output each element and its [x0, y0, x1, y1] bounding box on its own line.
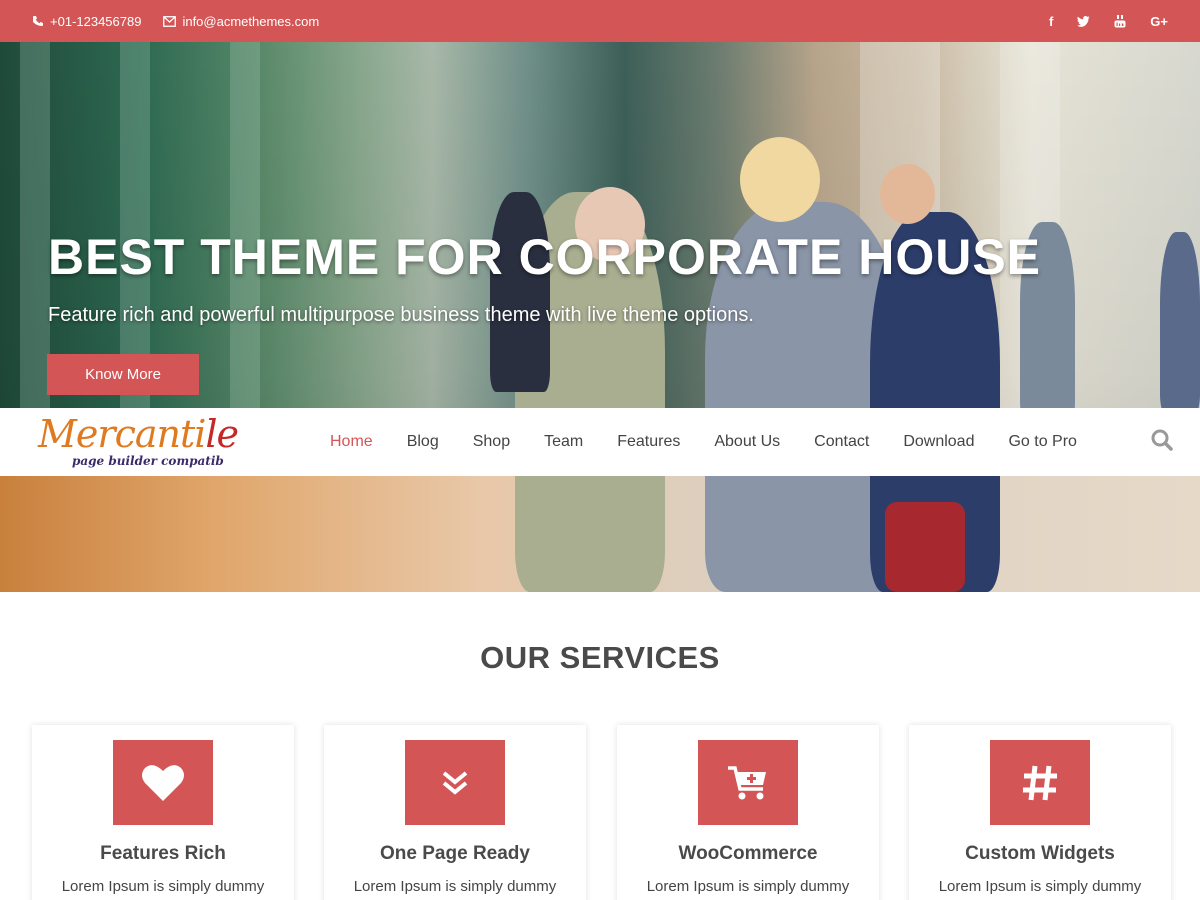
service-card: Custom Widgets Lorem Ipsum is simply dum… — [909, 725, 1171, 900]
hero-subtitle: Feature rich and powerful multipurpose b… — [48, 304, 754, 326]
background-person-head — [880, 164, 935, 224]
nav-item-go-to-pro[interactable]: Go to Pro — [991, 433, 1093, 451]
phone-icon — [33, 16, 43, 26]
envelope-icon — [163, 15, 177, 27]
background-handbag — [885, 502, 965, 592]
service-text: Lorem Ipsum is simply dummy — [938, 878, 1142, 895]
service-icon-box — [405, 740, 505, 825]
nav-item-features[interactable]: Features — [600, 433, 697, 451]
services-heading: OUR SERVICES — [480, 640, 720, 675]
facebook-icon[interactable]: f — [1049, 14, 1053, 29]
service-title: Custom Widgets — [965, 843, 1115, 864]
background-person-head — [740, 137, 820, 222]
hero-title: BEST THEME FOR CORPORATE HOUSE — [48, 229, 1042, 285]
service-icon-box — [990, 740, 1090, 825]
nav-item-download[interactable]: Download — [886, 433, 991, 451]
heart-icon — [142, 764, 184, 801]
nav-item-home[interactable]: Home — [313, 433, 390, 451]
service-icon-box — [113, 740, 213, 825]
service-text: Lorem Ipsum is simply dummy — [646, 878, 850, 895]
contact-info: +01-123456789 info@acmethemes.com — [32, 0, 319, 42]
youtube-icon[interactable] — [1114, 14, 1126, 28]
social-links: f G+ — [1049, 0, 1168, 42]
background-person — [1160, 232, 1200, 412]
double-chevron-down-icon — [442, 770, 468, 795]
phone-number: +01-123456789 — [50, 13, 142, 29]
twitter-icon[interactable] — [1077, 15, 1090, 27]
service-card: Features Rich Lorem Ipsum is simply dumm… — [32, 725, 294, 900]
search-icon[interactable] — [1150, 428, 1174, 452]
nav-item-team[interactable]: Team — [527, 433, 600, 451]
service-title: WooCommerce — [678, 843, 818, 864]
service-title: One Page Ready — [380, 843, 530, 864]
email-address: info@acmethemes.com — [182, 13, 320, 29]
know-more-button[interactable]: Know More — [47, 354, 199, 395]
site-logo[interactable]: Mercantile page builder compatib — [38, 412, 239, 472]
service-text: Lorem Ipsum is simply dummy — [61, 878, 265, 895]
service-text: Lorem Ipsum is simply dummy — [353, 878, 557, 895]
main-menu: Home Blog Shop Team Features About Us Co… — [313, 408, 1094, 476]
service-card: WooCommerce Lorem Ipsum is simply dummy — [617, 725, 879, 900]
main-navbar: Mercantile page builder compatib Home Bl… — [0, 408, 1200, 476]
nav-item-blog[interactable]: Blog — [390, 433, 456, 451]
background-window — [20, 42, 50, 422]
logo-tagline: page builder compatib — [72, 454, 224, 468]
background-person — [490, 192, 550, 392]
service-card: One Page Ready Lorem Ipsum is simply dum… — [324, 725, 586, 900]
service-icon-box — [698, 740, 798, 825]
google-plus-icon[interactable]: G+ — [1150, 14, 1168, 29]
logo-wordmark: Mercantile — [38, 412, 239, 456]
hero-banner: BEST THEME FOR CORPORATE HOUSE Feature r… — [0, 42, 1200, 592]
cart-plus-icon — [728, 765, 766, 799]
nav-item-about-us[interactable]: About Us — [697, 433, 797, 451]
service-title: Features Rich — [100, 843, 226, 864]
email-item[interactable]: info@acmethemes.com — [163, 14, 319, 29]
nav-item-shop[interactable]: Shop — [456, 433, 527, 451]
hashtag-icon — [1023, 765, 1057, 800]
nav-item-contact[interactable]: Contact — [797, 433, 886, 451]
top-bar: +01-123456789 info@acmethemes.com f G+ — [0, 0, 1200, 42]
phone-item[interactable]: +01-123456789 — [32, 14, 141, 29]
